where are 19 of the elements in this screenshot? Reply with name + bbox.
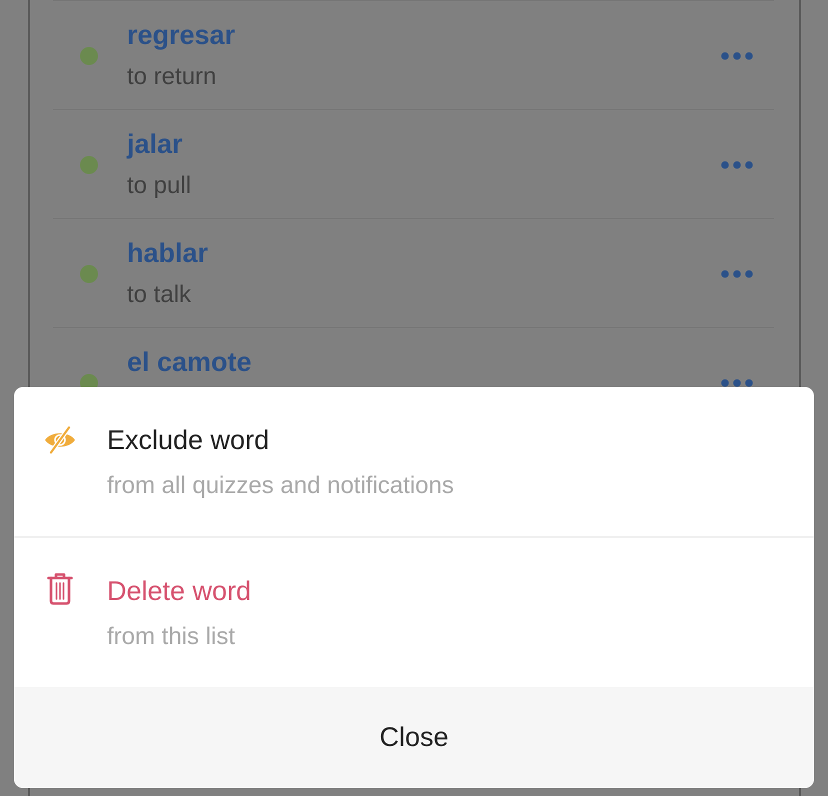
more-icon[interactable] bbox=[721, 378, 753, 386]
trash-icon bbox=[47, 572, 73, 604]
more-icon[interactable] bbox=[721, 160, 753, 168]
eye-slash-icon bbox=[44, 426, 76, 454]
translation-text: to return bbox=[127, 62, 216, 92]
word-text: hablar bbox=[127, 237, 208, 269]
status-dot-icon bbox=[80, 46, 98, 64]
close-button[interactable]: Close bbox=[14, 687, 814, 788]
action-item[interactable]: Exclude word from all quizzes and notifications bbox=[14, 387, 814, 536]
translation-text: to talk bbox=[127, 280, 192, 310]
word-text: jalar bbox=[127, 128, 183, 160]
more-icon[interactable] bbox=[721, 270, 753, 278]
translation-text: to pull bbox=[127, 171, 192, 201]
status-dot-icon bbox=[80, 264, 98, 282]
word-text: el camote bbox=[127, 346, 252, 378]
status-dot-icon bbox=[80, 156, 98, 174]
action-item[interactable]: Delete word from this list bbox=[14, 538, 814, 687]
more-icon[interactable] bbox=[721, 52, 753, 60]
word-text: regresar bbox=[127, 19, 236, 51]
